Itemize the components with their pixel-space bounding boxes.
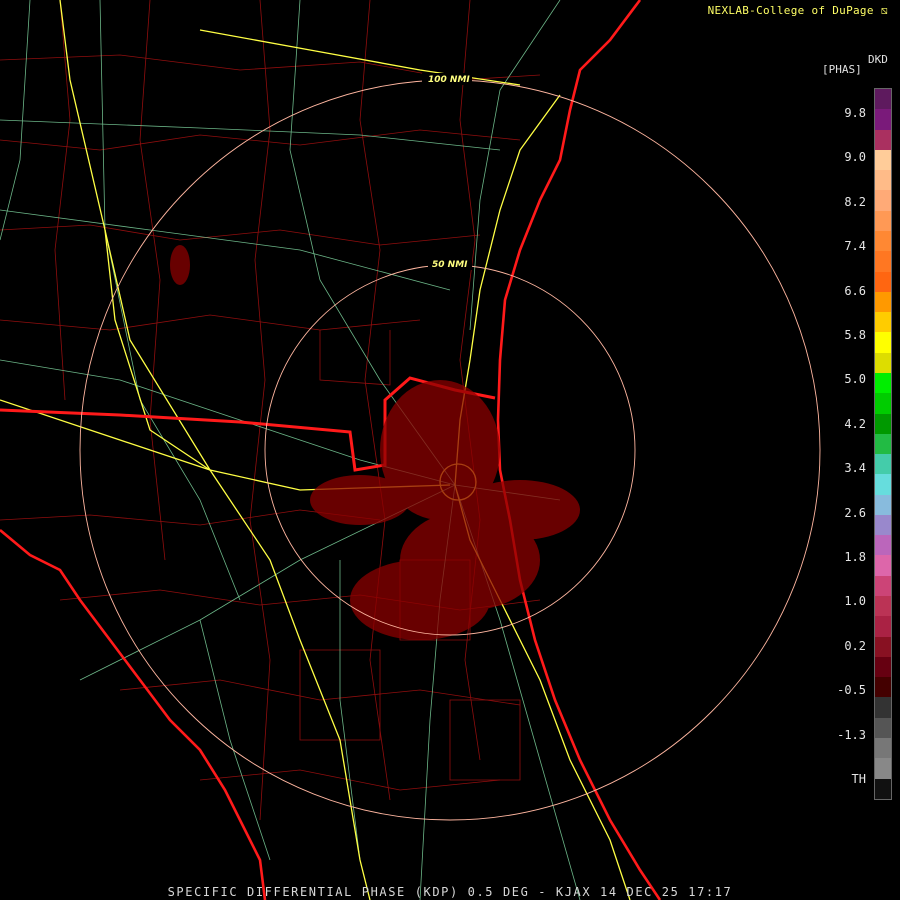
legend-tick-label: -1.3 [837, 727, 866, 742]
legend-swatch [875, 555, 891, 576]
ring-label-50: 50 NMI [432, 260, 468, 270]
legend-swatch [875, 717, 891, 738]
legend-tick-label: 9.8 [844, 106, 866, 120]
legend-swatch [875, 433, 891, 455]
legend-swatch [875, 413, 891, 434]
legend-swatch [875, 230, 891, 252]
highways [0, 0, 631, 900]
legend-swatch [875, 616, 891, 637]
legend-tick-label: 5.8 [844, 328, 866, 342]
legend-tick-label: -0.5 [837, 683, 866, 698]
product-caption: SPECIFIC DIFFERENTIAL PHASE (KDP) 0.5 DE… [167, 885, 733, 899]
legend-swatch [875, 514, 891, 536]
legend-tick-label: 4.2 [844, 416, 866, 431]
legend-swatch [875, 312, 891, 333]
radar-map: 100 NMI 50 NMI [0, 0, 821, 900]
legend-swatch [875, 109, 891, 130]
legend-swatch [875, 291, 891, 313]
legend-swatch [875, 535, 891, 556]
radar-echoes [170, 245, 580, 640]
legend-swatch [875, 758, 891, 779]
legend-swatch [875, 251, 891, 272]
legend-swatch [875, 129, 891, 150]
legend-swatch [875, 677, 891, 698]
legend-swatch [875, 494, 891, 515]
legend-swatch [875, 210, 891, 231]
credit-label: NEXLAB-College of DuPage ⧅ [707, 4, 888, 17]
legend-swatch [875, 170, 891, 191]
legend-tick-label: 5.0 [844, 372, 866, 387]
legend-swatch [875, 271, 891, 292]
legend-tick-label: 3.4 [844, 461, 866, 476]
legend-tick-label: 2.6 [844, 505, 866, 520]
legend-swatch [875, 778, 891, 799]
legend-swatch [875, 454, 891, 475]
legend-swatch [875, 738, 891, 759]
legend-tick-label: 1.0 [844, 594, 866, 609]
legend-swatch [875, 332, 891, 353]
legend-swatch [875, 149, 891, 171]
legend-swatch [875, 575, 891, 597]
legend-swatch [875, 393, 891, 414]
legend-unit-name: [PHAS] [822, 63, 862, 76]
legend-unit-code: DKD [868, 53, 888, 66]
legend-swatch [875, 656, 891, 678]
legend-swatch [875, 352, 891, 373]
legend-swatch [875, 372, 891, 394]
legend-tick-label: 8.2 [844, 194, 866, 209]
legend-tick-label: 7.4 [844, 239, 866, 254]
ring-label-100: 100 NMI [428, 75, 470, 85]
color-legend-bar [874, 88, 892, 800]
legend-tick-label: 6.6 [844, 283, 866, 298]
legend-swatch [875, 697, 891, 718]
legend-tick-label: 1.8 [844, 550, 866, 564]
legend-swatch [875, 190, 891, 211]
legend-tick-label: 0.2 [844, 638, 866, 653]
legend-swatch [875, 596, 891, 617]
legend-swatch [875, 636, 891, 657]
legend-swatch [875, 474, 891, 495]
nexlab-logo-icon: ⧅ [873, 4, 888, 17]
legend-tick-label: 9.0 [844, 150, 866, 165]
legend-swatch [875, 89, 891, 110]
legend-tick-label: TH [851, 772, 866, 786]
